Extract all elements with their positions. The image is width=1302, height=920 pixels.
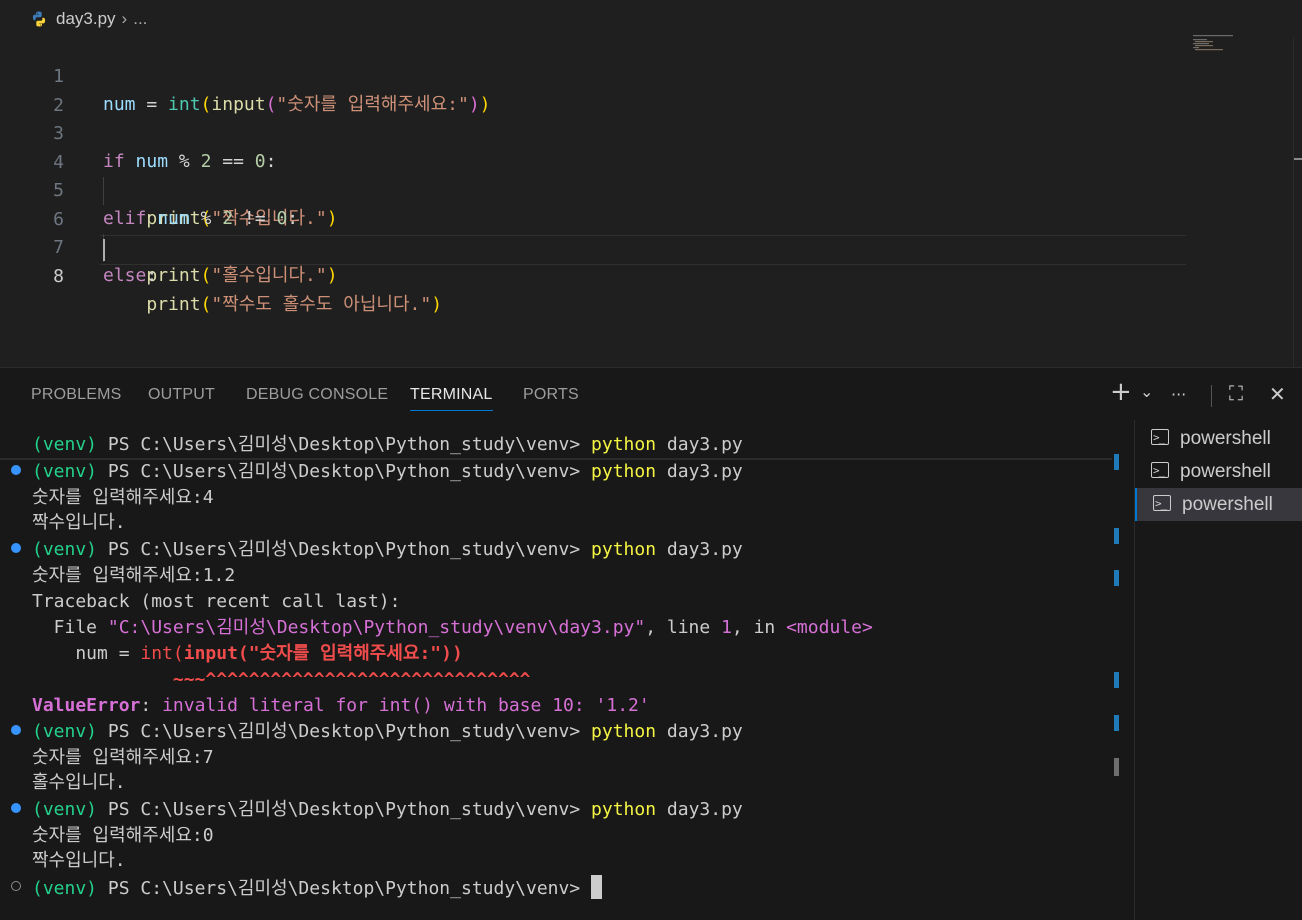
minimap[interactable]: [1192, 34, 1238, 54]
breadcrumb-file[interactable]: day3.py: [56, 9, 116, 29]
editor-scrollbar[interactable]: [1293, 38, 1302, 367]
terminal-line: 숫자를 입력해주세요:1.2: [32, 565, 236, 586]
terminal-prompt-line[interactable]: (venv) PS C:\Users\김미성\Desktop\Python_st…: [32, 875, 603, 901]
command-success-icon[interactable]: [11, 543, 21, 553]
terminal-scrollbar[interactable]: [1112, 428, 1122, 920]
terminal-line: (venv) PS C:\Users\김미성\Desktop\Python_st…: [32, 721, 743, 742]
code-line[interactable]: 4 print("짝수입니다."): [0, 121, 1190, 229]
terminal-cursor: [591, 875, 603, 899]
close-panel-icon[interactable]: ✕: [1269, 382, 1286, 406]
terminal-line: ValueError: invalid literal for int() wi…: [32, 695, 650, 716]
terminal-line: 숫자를 입력해주세요:0: [32, 825, 214, 846]
terminal-line: (venv) PS C:\Users\김미성\Desktop\Python_st…: [32, 539, 743, 560]
code-line[interactable]: 2: [0, 64, 1190, 116]
terminal-output[interactable]: (venv) PS C:\Users\김미성\Desktop\Python_st…: [0, 428, 1112, 920]
code-line[interactable]: 6 print("홀수입니다."): [0, 178, 1190, 286]
tab-debug-console[interactable]: DEBUG CONSOLE: [246, 386, 388, 404]
terminal-line: 숫자를 입력해주세요:4: [32, 487, 214, 508]
terminal-line: 짝수입니다.: [32, 512, 126, 533]
terminal-line: (venv) PS C:\Users\김미성\Desktop\Python_st…: [32, 434, 743, 455]
command-success-icon[interactable]: [11, 803, 21, 813]
bottom-panel: PROBLEMS OUTPUT DEBUG CONSOLE TERMINAL P…: [0, 367, 1302, 920]
terminal-list: powershell powershell powershell: [1134, 420, 1302, 920]
chevron-down-icon[interactable]: ⌄: [1140, 382, 1153, 401]
tab-terminal[interactable]: TERMINAL: [410, 386, 493, 411]
new-terminal-icon[interactable]: +: [1110, 377, 1132, 407]
code-text: print("짝수도 홀수도 아닙니다."): [146, 294, 443, 315]
code-line[interactable]: 7 else:: [0, 206, 1190, 286]
chevron-right-icon: ›: [121, 9, 128, 28]
terminal-line: Traceback (most recent call last):: [32, 591, 401, 612]
breadcrumb-more[interactable]: ...: [133, 9, 147, 29]
line-number: 8: [53, 266, 64, 287]
terminal-line: (venv) PS C:\Users\김미성\Desktop\Python_st…: [32, 461, 743, 482]
terminal-list-item[interactable]: powershell: [1135, 454, 1302, 488]
code-line[interactable]: 1 num = int(input("숫자를 입력해주세요:")): [0, 35, 1190, 115]
maximize-panel-icon[interactable]: ⛶: [1229, 381, 1243, 405]
command-success-icon[interactable]: [11, 465, 21, 475]
terminal-line: 짝수입니다.: [32, 850, 126, 871]
terminal-line: 홀수입니다.: [32, 772, 126, 793]
terminal-line: File "C:\Users\김미성\Desktop\Python_study\…: [32, 617, 873, 638]
tab-output[interactable]: OUTPUT: [148, 386, 215, 404]
toolbar-divider: [1211, 385, 1212, 407]
python-file-icon: [32, 11, 46, 27]
terminal-icon: [1151, 421, 1169, 454]
terminal-line: ~~~^^^^^^^^^^^^^^^^^^^^^^^^^^^^^^: [32, 669, 531, 690]
terminal-icon: [1153, 487, 1171, 520]
terminal-line: (venv) PS C:\Users\김미성\Desktop\Python_st…: [32, 799, 743, 820]
terminal-list-item-selected[interactable]: powershell: [1135, 487, 1302, 521]
tab-problems[interactable]: PROBLEMS: [31, 386, 122, 404]
terminal-line: 숫자를 입력해주세요:7: [32, 747, 214, 768]
command-success-icon[interactable]: [11, 725, 21, 735]
editor[interactable]: day3.py › ... 1 num = int(input("숫자를 입력해…: [0, 0, 1302, 367]
command-pending-icon[interactable]: [11, 881, 21, 891]
breadcrumb[interactable]: day3.py › ...: [0, 0, 1302, 38]
panel-tabs: PROBLEMS OUTPUT DEBUG CONSOLE TERMINAL P…: [0, 368, 1302, 422]
tab-ports[interactable]: PORTS: [523, 386, 579, 404]
terminal-icon: [1151, 454, 1169, 487]
code-line[interactable]: 3 if num % 2 == 0:: [0, 92, 1190, 172]
code-line-active[interactable]: 8 print("짝수도 홀수도 아닙니다."): [0, 235, 1190, 315]
code-text: else:: [103, 265, 158, 286]
terminal-line: num = int(input("숫자를 입력해주세요:")): [32, 643, 463, 664]
text-cursor: [103, 239, 105, 261]
terminal-list-item[interactable]: powershell: [1135, 421, 1302, 455]
more-actions-icon[interactable]: ···: [1171, 385, 1186, 404]
code-line[interactable]: 5 elif num % 2 != 0:: [0, 149, 1190, 229]
